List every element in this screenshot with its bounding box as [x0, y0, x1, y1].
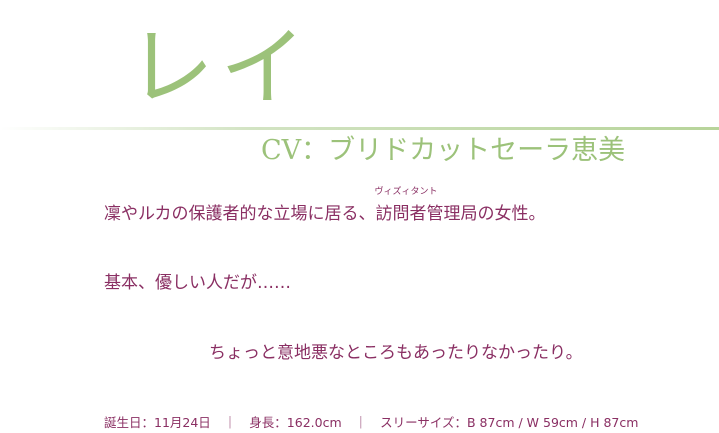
birthday-text: 誕生日：11月24日 [104, 415, 211, 430]
description-line-1-after: 管理局の女性。 [426, 204, 546, 224]
profile-separator: ｜ [223, 415, 237, 430]
description-line-3: ちょっと意地悪なところもあったりなかったり。 [209, 343, 583, 363]
character-profile-page: レイ CV：ブリドカットセーラ恵美 凜やルカの保護者的な立場に居る、 ヴィズィタン… [0, 0, 719, 433]
profile-stats: 誕生日：11月24日 ｜ 身長：162.0cm ｜ スリーサイズ：B 87cm … [104, 415, 638, 431]
profile-separator: ｜ [354, 415, 368, 430]
three-sizes-text: スリーサイズ：B 87cm / W 59cm / H 87cm [380, 415, 639, 430]
ruby-base: 訪問者 [375, 204, 427, 224]
voice-actor-credit: CV：ブリドカットセーラ恵美 [261, 135, 626, 166]
description-line-1: 凜やルカの保護者的な立場に居る、 ヴィズィタント 訪問者管理局の女性。 [104, 187, 546, 226]
ruby-reading: ヴィズィタント [374, 187, 438, 197]
section-divider [0, 127, 719, 130]
height-text: 身長：162.0cm [249, 415, 342, 430]
character-name: レイ [128, 18, 312, 118]
description-line-2: 基本、優しい人だが…… [104, 273, 291, 293]
ruby-annotated-term: ヴィズィタント訪問者 [375, 187, 438, 226]
description-line-1-before: 凜やルカの保護者的な立場に居る、 [104, 204, 376, 224]
